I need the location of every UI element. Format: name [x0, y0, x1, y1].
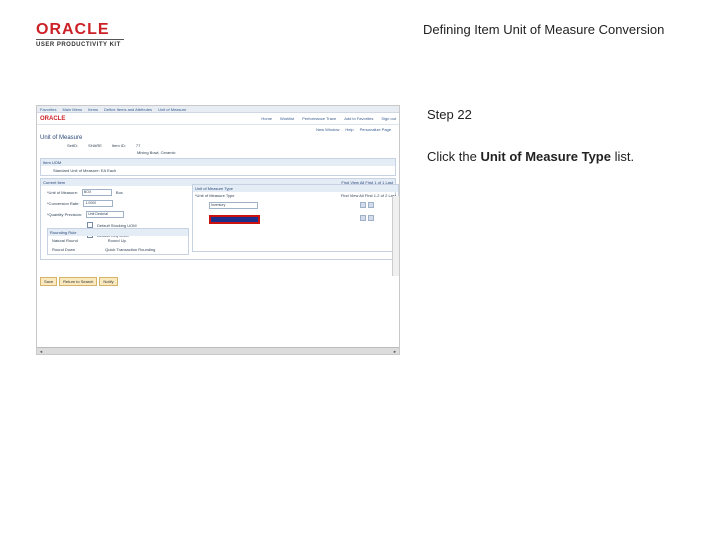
setid-label: SetID: [67, 143, 79, 148]
horizontal-scrollbar[interactable]: ◄ ► [37, 347, 399, 354]
uom-type-links: Find View All First 1-2 of 2 Last [341, 193, 396, 198]
delete-row-icon[interactable] [368, 202, 374, 208]
item-uom-title: Item UOM [43, 160, 62, 165]
breadcrumb-item[interactable]: Define Items and Attributes [104, 107, 152, 112]
breadcrumb-item[interactable]: Main Menu [62, 107, 82, 112]
standard-uom-value: EA [100, 168, 106, 173]
current-item-section: Current Item Find View All First 1 of 1 … [40, 178, 399, 260]
nav-home[interactable]: Home [261, 116, 272, 121]
rounding-rule-body-2: Round Down Quick Transaction Rounding [48, 245, 188, 254]
uom-type-grid: Unit of Measure Type *Unit of Measure Ty… [192, 184, 399, 252]
grid-row-count: 1-2 of 2 [373, 193, 388, 198]
instruction-suffix: list. [610, 149, 635, 164]
instruction-emphasis: Unit of Measure Type [480, 149, 611, 164]
delete-row-icon[interactable] [368, 215, 374, 221]
uom-desc: Box [115, 190, 123, 195]
return-to-search-button[interactable]: Return to Search [59, 277, 98, 286]
item-value: 77 [135, 143, 141, 148]
instruction-prefix: Click the [427, 149, 481, 164]
rounding-rule-header: Rounding Rule [48, 229, 188, 236]
rounding-rule-body: Natural Round Round Up [48, 236, 188, 245]
standard-uom-extra: Each [107, 168, 117, 173]
notify-button[interactable]: Notify [99, 277, 118, 286]
natural-round-radio[interactable]: Natural Round [52, 238, 78, 243]
rounding-rule-section: Rounding Rule Natural Round Round Up Rou… [47, 228, 189, 255]
nav-add-favorites[interactable]: Add to Favorites [344, 116, 373, 121]
setid-value: SHARE [88, 143, 102, 148]
default-stocking-label: Default Stocking UOM [97, 222, 137, 228]
scroll-right-icon[interactable]: ► [393, 349, 397, 354]
uom-type-column-label: *Unit of Measure Type [195, 193, 235, 198]
row2-actions [360, 215, 374, 221]
logo-subtitle: USER PRODUCTIVITY KIT [36, 42, 121, 48]
new-window-link[interactable]: New Window [316, 127, 339, 132]
grid-first-link[interactable]: First [365, 193, 373, 198]
add-row-icon[interactable] [360, 202, 366, 208]
uom-type-header: Unit of Measure Type [193, 185, 398, 192]
standard-uom-label: Standard Unit of Measure: [53, 168, 100, 173]
conversion-label: *Conversion Rate: [47, 201, 80, 206]
app-nav: Home Worklist Performance Trace Add to F… [261, 116, 396, 121]
breadcrumb-item[interactable]: Favorites [40, 107, 56, 112]
personalize-link[interactable]: Personalize Page [360, 127, 391, 132]
breadcrumb-item[interactable]: Unit of Measure [158, 107, 186, 112]
item-label: Item ID: [111, 143, 126, 148]
round-down-radio[interactable]: Round Down [52, 247, 75, 252]
uom-type-select-row2[interactable] [209, 215, 260, 224]
page-title: Unit of Measure [40, 135, 83, 141]
conversion-input[interactable]: 1.0000 [83, 200, 114, 207]
item-uom-section: Item UOM Standard Unit of Measure: EA Ea… [40, 158, 396, 176]
item-uom-body: Standard Unit of Measure: EA Each [41, 166, 395, 175]
row1-actions [360, 202, 374, 208]
conversion-field-row: *Conversion Rate: 1.0000 [47, 200, 187, 207]
breadcrumb-item[interactable]: Items [88, 107, 98, 112]
step-number: Step 22 [427, 107, 472, 122]
uom-type-subheader: *Unit of Measure Type Find View All Firs… [193, 192, 398, 199]
uom-label: *Unit of Measure: [47, 190, 78, 195]
add-row-icon[interactable] [360, 215, 366, 221]
quantity-precision-row: *Quantity Precision: Unit Decimal [47, 211, 187, 218]
uom-type-title: Unit of Measure Type [195, 186, 233, 191]
save-button[interactable]: Save [40, 277, 58, 286]
item-uom-header: Item UOM [41, 159, 395, 166]
step-instruction: Click the Unit of Measure Type list. [427, 149, 634, 164]
nav-performance-trace[interactable]: Performance Trace [302, 116, 336, 121]
vertical-scrollbar[interactable] [392, 196, 399, 276]
help-link[interactable]: Help [345, 127, 353, 132]
quantity-precision-label: *Quantity Precision: [47, 212, 83, 217]
uom-field-row: *Unit of Measure: BOX Box [47, 189, 187, 196]
round-up-radio[interactable]: Round Up [108, 238, 126, 243]
grid-find-link[interactable]: Find [341, 193, 349, 198]
breadcrumb: Favorites Main Menu Items Define Items a… [37, 106, 399, 113]
item-description-row: Mixing Bowl, Ceramic [37, 149, 399, 156]
rounding-rule-title: Rounding Rule [50, 230, 77, 235]
current-item-title: Current Item [43, 180, 66, 185]
application-screenshot: Favorites Main Menu Items Define Items a… [36, 105, 400, 355]
nav-worklist[interactable]: Worklist [280, 116, 294, 121]
quantity-precision-select[interactable]: Unit Decimal [86, 211, 125, 218]
nav-sign-out[interactable]: Sign out [381, 116, 396, 121]
oracle-upk-logo: ORACLE USER PRODUCTIVITY KIT [36, 22, 126, 48]
scroll-left-icon[interactable]: ◄ [39, 349, 43, 354]
uom-input[interactable]: BOX [81, 189, 112, 196]
header-row: SetID: SHARE Item ID: 77 [37, 142, 399, 149]
document-title: Defining Item Unit of Measure Conversion [423, 22, 665, 37]
page-tools: New Window Help Personalize Page [37, 125, 399, 134]
page-buttons: Save Return to Search Notify [40, 277, 118, 286]
uom-type-select-row1[interactable]: Inventory [209, 202, 258, 209]
logo-word: ORACLE [36, 21, 110, 38]
app-brand: ORACLE [40, 115, 66, 122]
app-header: ORACLE Home Worklist Performance Trace A… [37, 113, 399, 125]
grid-view-all-link[interactable]: View All [350, 193, 364, 198]
logo-divider [36, 39, 124, 40]
quick-transaction-link[interactable]: Quick Transaction Rounding [105, 247, 155, 252]
item-description: Mixing Bowl, Ceramic [137, 150, 176, 155]
